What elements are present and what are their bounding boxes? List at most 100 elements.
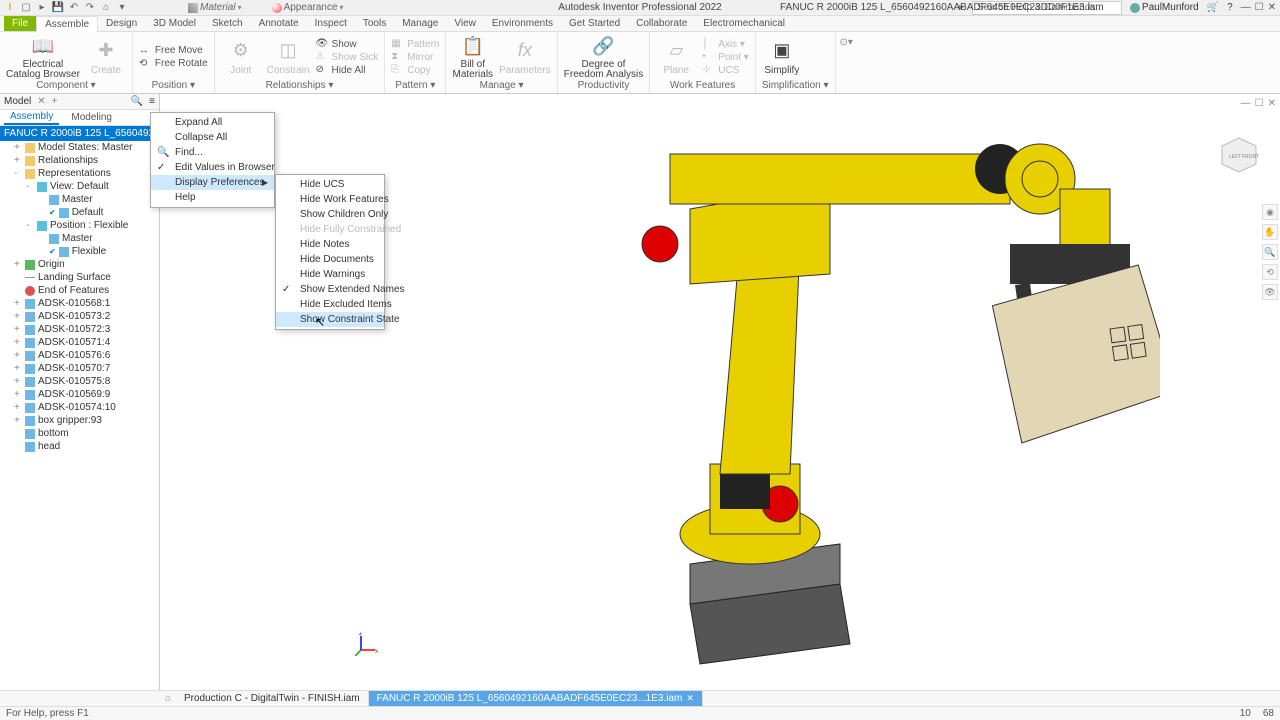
copy-button[interactable]: ⎘Copy <box>391 64 439 76</box>
tree-expand-icon[interactable]: + <box>14 298 22 309</box>
tree-item[interactable]: +ADSK-010569:9 <box>0 388 159 401</box>
tab-3d-model[interactable]: 3D Model <box>145 16 204 31</box>
parameters-button[interactable]: fxParameters <box>499 39 551 76</box>
browser-close-icon[interactable]: ✕ <box>37 96 45 107</box>
viewport-minimize-icon[interactable]: — <box>1241 98 1251 109</box>
menu-item[interactable]: Help <box>151 190 274 205</box>
doc-tab-1[interactable]: Production C - DigitalTwin - FINISH.iam <box>176 691 369 706</box>
ribbon-toggle-icon[interactable]: ⊙▾ <box>840 37 853 48</box>
panel-label-position[interactable]: Position ▾ <box>139 80 208 91</box>
tree-item[interactable]: +ADSK-010574:10 <box>0 401 159 414</box>
panel-label-component[interactable]: Component ▾ <box>6 80 126 91</box>
tree-expand-icon[interactable]: + <box>14 402 22 413</box>
menu-item[interactable]: Hide Documents <box>276 252 384 267</box>
tree-item[interactable]: -Position : Flexible <box>0 219 159 232</box>
tree-item[interactable]: bottom <box>0 427 159 440</box>
nav-zoom-icon[interactable]: 🔍 <box>1262 244 1278 260</box>
save-icon[interactable]: 💾 <box>52 2 64 14</box>
tree-expand-icon[interactable]: + <box>14 363 22 374</box>
doc-tabs-home-icon[interactable]: ⌂ <box>160 693 176 704</box>
tab-manage[interactable]: Manage <box>394 16 446 31</box>
tree-item[interactable]: +Origin <box>0 258 159 271</box>
tree-item[interactable]: +box gripper:93 <box>0 414 159 427</box>
doc-tab-2[interactable]: FANUC R 2000iB 125 L_6560492160AABADF645… <box>369 691 703 706</box>
tab-assemble[interactable]: Assemble <box>36 16 98 32</box>
nav-orbit-icon[interactable]: ⟲ <box>1262 264 1278 280</box>
tab-get-started[interactable]: Get Started <box>561 16 628 31</box>
panel-label-simplification[interactable]: Simplification ▾ <box>762 80 829 91</box>
doc-tab-close-icon[interactable]: ✕ <box>686 693 694 704</box>
open-icon[interactable]: ▸ <box>36 2 48 14</box>
free-rotate-button[interactable]: ⟲Free Rotate <box>139 58 208 70</box>
browser-tab-assembly[interactable]: Assembly <box>4 110 59 125</box>
menu-item[interactable]: Hide Notes <box>276 237 384 252</box>
bom-button[interactable]: 📋Bill of Materials <box>452 34 493 80</box>
tab-electromechanical[interactable]: Electromechanical <box>695 16 793 31</box>
panel-label-manage[interactable]: Manage ▾ <box>452 80 550 91</box>
show-sick-button[interactable]: ⚠Show Sick <box>316 51 379 63</box>
pattern-button[interactable]: ▦Pattern <box>391 38 439 50</box>
home-icon[interactable]: ⌂ <box>100 2 112 14</box>
tree-expand-icon[interactable]: + <box>14 415 22 426</box>
tree-item[interactable]: —Landing Surface <box>0 271 159 284</box>
menu-item[interactable]: Show Children Only <box>276 207 384 222</box>
menu-item[interactable]: Expand All <box>151 115 274 130</box>
joint-button[interactable]: ⚙Joint <box>221 39 261 76</box>
material-dropdown[interactable]: Material ▾ <box>188 2 242 13</box>
menu-item[interactable]: ✓Edit Values in Browser <box>151 160 274 175</box>
tree-item[interactable]: Master <box>0 193 159 206</box>
nav-pan-icon[interactable]: ✋ <box>1262 224 1278 240</box>
menu-item[interactable]: Collapse All <box>151 130 274 145</box>
tree-item[interactable]: ✔Flexible <box>0 245 159 258</box>
viewport-close-icon[interactable]: ✕ <box>1268 98 1276 109</box>
tab-environments[interactable]: Environments <box>484 16 561 31</box>
simplify-button[interactable]: ▣Simplify <box>762 39 802 76</box>
tree-item[interactable]: head <box>0 440 159 453</box>
tree-item[interactable]: -View: Default <box>0 180 159 193</box>
user-menu[interactable]: PaulMunford <box>1130 2 1199 13</box>
tree-expand-icon[interactable]: + <box>14 324 22 335</box>
tree-expand-icon[interactable]: + <box>14 337 22 348</box>
menu-item[interactable]: Hide Warnings <box>276 267 384 282</box>
tab-sketch[interactable]: Sketch <box>204 16 251 31</box>
app-icon[interactable]: I <box>4 2 16 14</box>
qat-menu-icon[interactable]: ▾ <box>116 2 128 14</box>
tree-item[interactable]: End of Features <box>0 284 159 297</box>
tree-expand-icon[interactable]: + <box>14 155 22 166</box>
tree-expand-icon[interactable]: + <box>14 350 22 361</box>
tab-design[interactable]: Design <box>98 16 145 31</box>
panel-label-relationships[interactable]: Relationships ▾ <box>221 80 379 91</box>
tab-tools[interactable]: Tools <box>355 16 394 31</box>
create-button[interactable]: ✚ Create <box>86 39 126 76</box>
point-button[interactable]: •Point ▾ <box>702 51 749 63</box>
tree-item[interactable]: +Relationships <box>0 154 159 167</box>
tree-item[interactable]: ✔Default <box>0 206 159 219</box>
tree-expand-icon[interactable]: - <box>14 168 22 179</box>
nav-look-icon[interactable]: 👁 <box>1262 284 1278 300</box>
tree-item[interactable]: +Model States: Master <box>0 141 159 154</box>
cart-icon[interactable]: 🛒 <box>1207 2 1219 13</box>
menu-item[interactable]: 🔍Find... <box>151 145 274 160</box>
new-icon[interactable]: ▢ <box>20 2 32 14</box>
viewport-restore-icon[interactable]: ☐ <box>1255 98 1264 109</box>
tab-annotate[interactable]: Annotate <box>251 16 307 31</box>
tree-item[interactable]: +ADSK-010575:8 <box>0 375 159 388</box>
tree-expand-icon[interactable]: + <box>14 259 22 270</box>
free-move-button[interactable]: ↔Free Move <box>139 45 208 57</box>
mirror-button[interactable]: ⧗Mirror <box>391 51 439 63</box>
tree-expand-icon[interactable]: + <box>14 376 22 387</box>
minimize-button[interactable]: — <box>1241 2 1251 13</box>
browser-tab-modeling[interactable]: Modeling <box>65 111 118 124</box>
browser-menu-icon[interactable]: ≡ <box>149 96 155 107</box>
menu-item[interactable]: ✓Show Extended Names <box>276 282 384 297</box>
constrain-button[interactable]: ◫Constrain <box>267 39 310 76</box>
tree-item[interactable]: +ADSK-010571:4 <box>0 336 159 349</box>
tree-item[interactable]: Master <box>0 232 159 245</box>
redo-icon[interactable]: ↷ <box>84 2 96 14</box>
appearance-dropdown[interactable]: Appearance ▾ <box>272 2 344 13</box>
tree-expand-icon[interactable]: - <box>26 220 34 231</box>
tree-expand-icon[interactable]: - <box>26 181 34 192</box>
hide-all-button[interactable]: ⊘Hide All <box>316 64 379 76</box>
menu-item[interactable]: Hide Excluded Items <box>276 297 384 312</box>
help-icon[interactable]: ? <box>1227 2 1233 13</box>
